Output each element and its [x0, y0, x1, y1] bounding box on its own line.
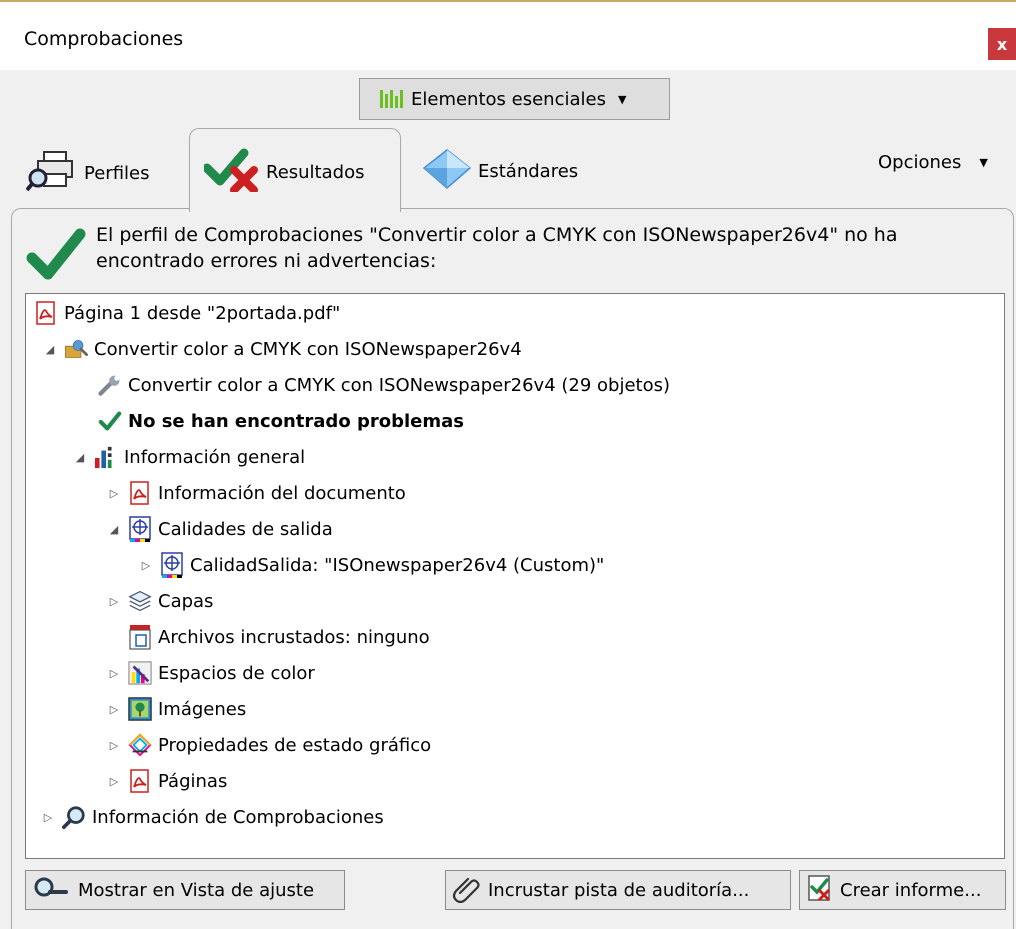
magnifier-icon [32, 876, 72, 905]
collapsed-arrow-icon[interactable]: ▷ [138, 557, 154, 573]
collapsed-arrow-icon[interactable]: ▷ [106, 701, 122, 717]
tree-node-embedded-files[interactable]: Archivos incrustados: ninguno [128, 620, 430, 654]
pdf-icon [128, 481, 152, 505]
paperclip-icon [452, 873, 482, 908]
tree-node-preflight-info[interactable]: ▷ Información de Comprobaciones [40, 800, 384, 834]
tree-node-label: Página 1 desde "2portada.pdf" [64, 302, 341, 324]
tree-node-label: Calidades de salida [158, 518, 333, 540]
bars-icon [380, 90, 403, 108]
tree-node-label: Información de Comprobaciones [92, 806, 384, 828]
tab-resultados-label: Resultados [266, 162, 365, 183]
tree-node-label: Información del documento [158, 482, 406, 504]
show-in-snap-view-label: Mostrar en Vista de ajuste [78, 879, 315, 901]
tree-node-layers[interactable]: ▷ Capas [106, 584, 214, 618]
output-intent-icon [160, 552, 184, 578]
tree-node-label: Propiedades de estado gráfico [158, 734, 432, 756]
tree-node-label: Información general [124, 446, 306, 468]
report-icon [806, 874, 834, 907]
tree-node-label: Páginas [158, 770, 228, 792]
expanded-arrow-icon[interactable]: ◢ [106, 521, 122, 537]
collapsed-arrow-icon[interactable]: ▷ [40, 809, 56, 825]
options-label: Opciones [878, 152, 962, 173]
title-bar: Comprobaciones x [0, 2, 1016, 70]
tree-node-label: CalidadSalida: "ISOnewspaper26v4 (Custom… [190, 554, 605, 576]
collapsed-arrow-icon[interactable]: ▷ [106, 665, 122, 681]
collapsed-arrow-icon[interactable]: ▷ [106, 593, 122, 609]
check-icon [98, 409, 122, 433]
embed-audit-trail-button[interactable]: Incrustar pista de auditoría... [445, 870, 791, 910]
tab-perfiles-label: Perfiles [84, 163, 150, 184]
tree-node-label: Imágenes [158, 698, 247, 720]
close-button[interactable]: x [988, 28, 1016, 60]
graphic-state-icon [128, 733, 152, 757]
collapsed-arrow-icon[interactable]: ▷ [106, 773, 122, 789]
show-in-snap-view-button[interactable]: Mostrar en Vista de ajuste [25, 870, 345, 910]
tree-node-label: Capas [158, 590, 214, 612]
tree-node-output-intents[interactable]: ◢ Calidades de salida [106, 512, 333, 546]
tree-node-label: Archivos incrustados: ninguno [158, 626, 430, 648]
output-intent-icon [128, 516, 152, 542]
tree-node-label: Espacios de color [158, 662, 315, 684]
tree-node-no-problems[interactable]: No se han encontrado problemas [98, 404, 464, 438]
embedded-file-icon [128, 625, 152, 650]
tab-estandares[interactable]: Estándares [422, 148, 578, 195]
summary: El perfil de Comprobaciones "Convertir c… [26, 222, 1006, 282]
tab-estandares-label: Estándares [478, 161, 579, 182]
window-title: Comprobaciones [24, 28, 184, 50]
tree-node-general-info[interactable]: ◢ Información general [72, 440, 305, 474]
tree-node-fixup-detail[interactable]: Convertir color a CMYK con ISONewspaper2… [98, 368, 670, 402]
tree-node-fixup-profile[interactable]: ◢ Convertir color a CMYK con ISONewspape… [42, 332, 522, 366]
tree-node-pages[interactable]: ▷ Páginas [106, 764, 227, 798]
tree-node-label: Convertir color a CMYK con ISONewspaper2… [128, 374, 671, 396]
tree-node-label: Convertir color a CMYK con ISONewspaper2… [94, 338, 522, 360]
wrench-icon [98, 373, 122, 397]
fixup-profile-icon [64, 337, 88, 361]
tree-node-color-spaces[interactable]: ▷ Espacios de color [106, 656, 315, 690]
tree-node-label: No se han encontrado problemas [128, 410, 464, 432]
check-icon [26, 226, 86, 287]
essentials-dropdown[interactable]: Elementos esenciales ▼ [359, 78, 670, 120]
create-report-button[interactable]: Crear informe... [799, 870, 1006, 910]
printer-magnifier-icon [25, 148, 78, 199]
expanded-arrow-icon[interactable]: ◢ [42, 341, 58, 357]
tree-node-graphic-state[interactable]: ▷ Propiedades de estado gráfico [106, 728, 431, 762]
embed-audit-trail-label: Incrustar pista de auditoría... [488, 879, 750, 901]
options-menu[interactable]: Opciones ▼ [878, 152, 988, 173]
image-icon [128, 697, 152, 721]
chevron-down-icon: ▼ [617, 92, 627, 106]
tree-node-doc-info[interactable]: ▷ Información del documento [106, 476, 406, 510]
check-cross-icon [202, 148, 260, 197]
create-report-label: Crear informe... [840, 879, 982, 901]
pdf-icon [34, 301, 58, 325]
tab-resultados[interactable]: Resultados [202, 148, 365, 197]
collapsed-arrow-icon[interactable]: ▷ [106, 737, 122, 753]
chart-icon [94, 445, 118, 469]
summary-message: El perfil de Comprobaciones "Convertir c… [96, 224, 898, 272]
tree-node-images[interactable]: ▷ Imágenes [106, 692, 246, 726]
diamond-icon [422, 148, 472, 195]
tree-node-output-intent-item[interactable]: ▷ CalidadSalida: "ISOnewspaper26v4 (Cust… [138, 548, 604, 582]
tree-node-page[interactable]: Página 1 desde "2portada.pdf" [34, 296, 340, 330]
pdf-icon [128, 769, 152, 793]
chevron-down-icon: ▼ [979, 156, 988, 169]
tab-strip: Perfiles Resultados Estándares Opciones … [0, 128, 1016, 212]
expanded-arrow-icon[interactable]: ◢ [72, 449, 88, 465]
layers-icon [128, 589, 152, 613]
collapsed-arrow-icon[interactable]: ▷ [106, 485, 122, 501]
color-space-icon [128, 661, 152, 685]
essentials-dropdown-label: Elementos esenciales [411, 88, 606, 110]
magnifier-icon [62, 805, 86, 829]
tab-perfiles[interactable]: Perfiles [25, 148, 150, 199]
results-tree[interactable]: Página 1 desde "2portada.pdf" ◢ Converti… [25, 293, 1005, 859]
